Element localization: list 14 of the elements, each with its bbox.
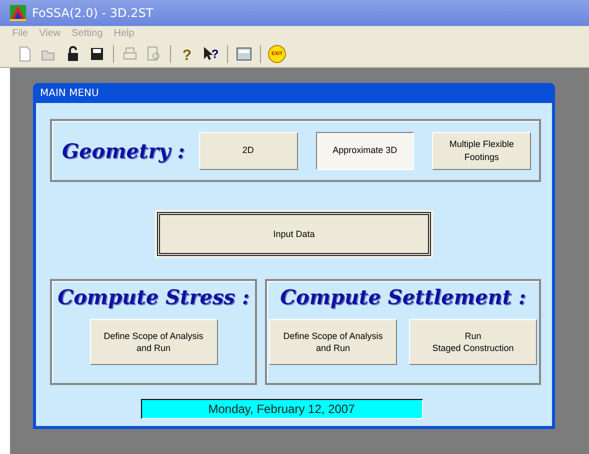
action-button[interactable]: Run Staged Construction xyxy=(409,319,537,365)
section-heading: Compute Settlement : xyxy=(280,285,526,309)
app-logo-icon xyxy=(10,5,26,21)
geometry-button[interactable]: Multiple Flexible Footings xyxy=(432,132,531,170)
action-button[interactable]: Define Scope of Analysis and Run xyxy=(269,319,397,365)
window-title: FoSSA(2.0) - 3D.2ST xyxy=(32,6,154,20)
input-data-button[interactable]: Input Data xyxy=(157,212,431,256)
dialog-title: MAIN MENU xyxy=(40,88,99,98)
section-heading: Geometry : xyxy=(62,138,185,162)
date-display: Monday, February 12, 2007 xyxy=(140,399,422,419)
geometry-button[interactable]: Approximate 3D xyxy=(316,132,414,170)
section-heading: Compute Stress : xyxy=(58,285,250,309)
action-button[interactable]: Define Scope of Analysis and Run xyxy=(90,319,218,365)
geometry-button[interactable]: 2D xyxy=(198,132,298,170)
